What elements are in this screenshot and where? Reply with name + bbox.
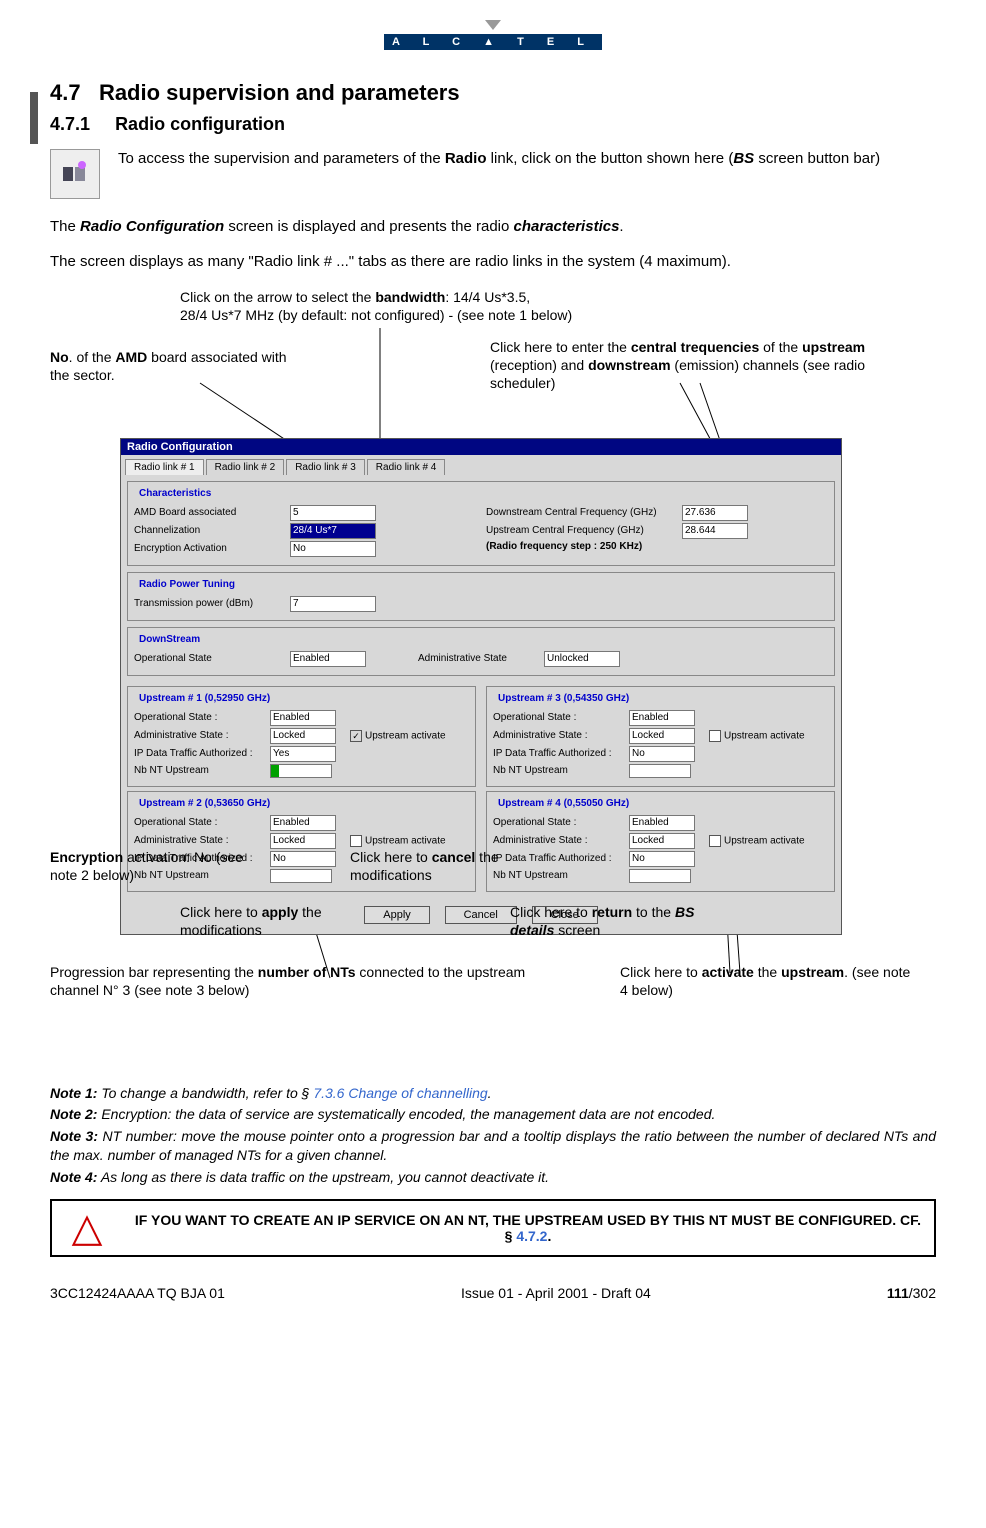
intro-paragraph: To access the supervision and parameters… — [118, 149, 880, 169]
tab-radio-link-4[interactable]: Radio link # 4 — [367, 459, 446, 475]
paragraph-3: The screen displays as many "Radio link … — [50, 252, 936, 272]
upstream-group-title: Upstream # 2 (0,53650 GHz) — [136, 798, 273, 809]
tab-bar: Radio link # 1 Radio link # 2 Radio link… — [121, 455, 841, 475]
upstream-admin-state-field[interactable]: Locked — [270, 833, 336, 849]
link-change-channelling[interactable]: 7.3.6 Change of channelling — [313, 1085, 487, 1101]
upstream-activate-label: Upstream activate — [724, 730, 805, 741]
upstream-op-state-label: Operational State : — [493, 817, 623, 828]
admin-state-field[interactable]: Unlocked — [544, 651, 620, 667]
upstream-op-state-label: Operational State : — [493, 712, 623, 723]
warning-icon: △ — [52, 1201, 122, 1255]
upstream-op-state-field[interactable]: Enabled — [270, 710, 336, 726]
upstream-activate-checkbox[interactable] — [709, 835, 721, 847]
callout-bandwidth: Click on the arrow to select the bandwid… — [180, 288, 700, 324]
callout-return: Click here to return to the BS details s… — [510, 903, 740, 939]
freq-step-label: (Radio frequency step : 250 KHz) — [486, 541, 642, 552]
upstream-group-title: Upstream # 1 (0,52950 GHz) — [136, 693, 273, 704]
upstream-activate-checkbox[interactable] — [350, 835, 362, 847]
nt-progress-bar — [270, 869, 332, 883]
link-4-7-2[interactable]: 4.7.2 — [516, 1228, 547, 1244]
nb-nt-label: Nb NT Upstream — [493, 765, 623, 776]
callout-amd: No. of the AMD board associated with the… — [50, 348, 300, 384]
upstream-op-state-field[interactable]: Enabled — [629, 710, 695, 726]
notes-block: Note 1: To change a bandwidth, refer to … — [50, 1084, 936, 1187]
footer-doc-id: 3CC12424AAAA TQ BJA 01 — [50, 1285, 225, 1301]
encryption-field[interactable]: No — [290, 541, 376, 557]
upstream-freq-label: Upstream Central Frequency (GHz) — [486, 525, 676, 536]
tab-radio-link-2[interactable]: Radio link # 2 — [206, 459, 285, 475]
footer-issue: Issue 01 - April 2001 - Draft 04 — [461, 1285, 651, 1301]
op-state-field: Enabled — [290, 651, 366, 667]
upstream-op-state-label: Operational State : — [134, 817, 264, 828]
brand-logo: A L C ▲ T E L — [50, 20, 936, 50]
callout-frequencies: Click here to enter the central trequenc… — [490, 338, 910, 393]
channelization-select[interactable]: 28/4 Us*7 — [290, 523, 376, 539]
downstream-freq-field[interactable]: 27.636 — [682, 505, 748, 521]
upstream-admin-state-field[interactable]: Locked — [270, 728, 336, 744]
section-marker — [30, 92, 38, 144]
group-characteristics: Characteristics — [136, 488, 214, 499]
upstream-freq-field[interactable]: 28.644 — [682, 523, 748, 539]
encryption-label: Encryption Activation — [134, 543, 284, 554]
downstream-freq-label: Downstream Central Frequency (GHz) — [486, 507, 676, 518]
upstream-group-title: Upstream # 3 (0,54350 GHz) — [495, 693, 632, 704]
upstream-admin-state-label: Administrative State : — [493, 730, 623, 741]
callout-progression-bar: Progression bar representing the number … — [50, 963, 570, 999]
upstream-op-state-field[interactable]: Enabled — [270, 815, 336, 831]
upstream-activate-label: Upstream activate — [365, 835, 446, 846]
upstream-activate-label: Upstream activate — [724, 835, 805, 846]
amd-field[interactable]: 5 — [290, 505, 376, 521]
tx-power-field[interactable]: 7 — [290, 596, 376, 612]
upstream-ip-traffic-field[interactable]: Yes — [270, 746, 336, 762]
tx-power-label: Transmission power (dBm) — [134, 598, 284, 609]
subsection-heading: 4.7.1 Radio configuration — [50, 114, 936, 135]
tab-radio-link-3[interactable]: Radio link # 3 — [286, 459, 365, 475]
upstream-ip-traffic-field[interactable]: No — [629, 851, 695, 867]
admin-state-label: Administrative State — [418, 653, 538, 664]
callout-apply: Click here to apply the modifications — [180, 903, 380, 939]
upstream-admin-state-field[interactable]: Locked — [629, 833, 695, 849]
upstream-activate-label: Upstream activate — [365, 730, 446, 741]
paragraph-2: The Radio Configuration screen is displa… — [50, 217, 936, 237]
callout-encryption: Encryption activation: No (see note 2 be… — [50, 848, 270, 884]
radio-button-icon — [50, 149, 100, 199]
upstream-ip-traffic-field[interactable]: No — [629, 746, 695, 762]
op-state-label: Operational State — [134, 653, 284, 664]
page-footer: 3CC12424AAAA TQ BJA 01 Issue 01 - April … — [50, 1285, 936, 1301]
upstream-admin-state-field[interactable]: Locked — [629, 728, 695, 744]
nb-nt-label: Nb NT Upstream — [134, 765, 264, 776]
amd-label: AMD Board associated — [134, 507, 284, 518]
upstream-ip-traffic-label: IP Data Traffic Authorized : — [493, 748, 623, 759]
warning-box: △ IF YOU WANT TO CREATE AN IP SERVICE ON… — [50, 1199, 936, 1257]
upstream-op-state-label: Operational State : — [134, 712, 264, 723]
upstream-activate-checkbox[interactable] — [709, 730, 721, 742]
upstream-admin-state-label: Administrative State : — [134, 730, 264, 741]
channelization-label: Channelization — [134, 525, 284, 536]
upstream-activate-checkbox[interactable]: ✓ — [350, 730, 362, 742]
upstream-group-title: Upstream # 4 (0,55050 GHz) — [495, 798, 632, 809]
callout-cancel: Click here to cancel the modifications — [350, 848, 550, 884]
upstream-op-state-field[interactable]: Enabled — [629, 815, 695, 831]
footer-page-number: 111/302 — [887, 1285, 936, 1301]
group-downstream: DownStream — [136, 634, 203, 645]
window-titlebar: Radio Configuration — [121, 439, 841, 455]
tab-radio-link-1[interactable]: Radio link # 1 — [125, 459, 204, 475]
nt-progress-bar — [270, 764, 332, 778]
upstream-ip-traffic-label: IP Data Traffic Authorized : — [134, 748, 264, 759]
section-heading: 4.7 Radio supervision and parameters — [50, 80, 936, 106]
upstream-admin-state-label: Administrative State : — [134, 835, 264, 846]
cancel-button[interactable]: Cancel — [445, 906, 517, 924]
nt-progress-bar — [629, 869, 691, 883]
group-power-tuning: Radio Power Tuning — [136, 579, 238, 590]
upstream-admin-state-label: Administrative State : — [493, 835, 623, 846]
nt-progress-bar — [629, 764, 691, 778]
callout-activate-upstream: Click here to activate the upstream. (se… — [620, 963, 920, 999]
upstream-ip-traffic-field[interactable]: No — [270, 851, 336, 867]
